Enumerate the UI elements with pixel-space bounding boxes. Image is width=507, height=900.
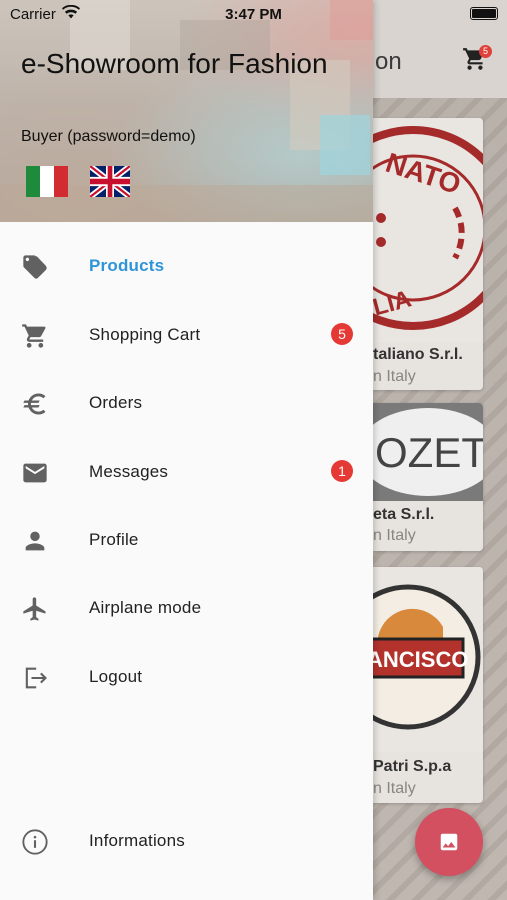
menu-item-label: Products — [89, 256, 165, 275]
mail-icon — [21, 459, 49, 487]
cart-count-badge: 5 — [331, 323, 353, 345]
logout-icon — [21, 664, 49, 692]
battery-icon — [470, 7, 498, 20]
menu-item-messages[interactable]: Messages 1 — [0, 438, 373, 506]
menu-item-products[interactable]: Products — [0, 232, 373, 300]
menu-item-label: Profile — [89, 530, 139, 549]
info-icon — [21, 828, 49, 856]
navigation-drawer: e-Showroom for Fashion Buyer (password=d… — [0, 0, 373, 900]
euro-icon — [21, 390, 49, 418]
status-bar: Carrier 3:47 PM — [0, 0, 507, 28]
drawer-subtitle: Buyer (password=demo) — [21, 128, 196, 145]
tags-icon — [21, 253, 49, 281]
menu-item-label: Informations — [89, 831, 185, 850]
menu-item-informations[interactable]: Informations — [0, 807, 373, 875]
menu-item-airplane-mode[interactable]: Airplane mode — [0, 574, 373, 642]
drawer-header: e-Showroom for Fashion Buyer (password=d… — [0, 0, 373, 222]
person-icon — [21, 527, 49, 555]
drawer-title: e-Showroom for Fashion — [21, 48, 328, 79]
airplane-icon — [21, 595, 49, 623]
italy-flag-icon[interactable] — [26, 166, 68, 197]
menu-item-label: Messages — [89, 462, 169, 481]
menu-item-label: Logout — [89, 667, 143, 686]
menu-item-orders[interactable]: Orders — [0, 369, 373, 437]
menu-item-shopping-cart[interactable]: Shopping Cart 5 — [0, 301, 373, 369]
status-time: 3:47 PM — [225, 6, 282, 23]
menu-item-logout[interactable]: Logout — [0, 643, 373, 711]
cart-icon — [21, 322, 49, 350]
menu-item-profile[interactable]: Profile — [0, 506, 373, 574]
messages-count-badge: 1 — [331, 460, 353, 482]
menu-item-label: Airplane mode — [89, 598, 202, 617]
menu-item-label: Shopping Cart — [89, 325, 201, 344]
menu-item-label: Orders — [89, 393, 143, 412]
uk-flag-icon[interactable] — [88, 163, 132, 200]
